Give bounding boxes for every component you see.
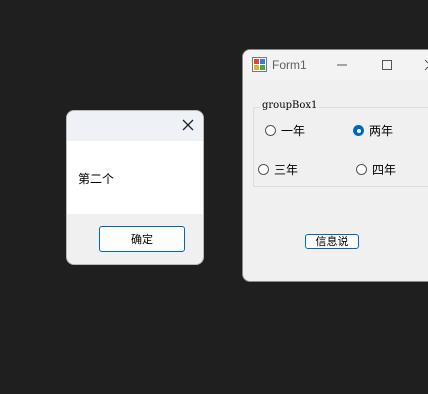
radio-label: 一年 [281,124,306,138]
group-box: groupBox1 一年 两年 三年 四年 [253,100,428,187]
form1-titlebar[interactable]: Form1 [243,50,428,80]
radio-label: 三年 [274,163,299,177]
radio-option-four-years[interactable]: 四年 [356,161,396,178]
form-app-icon [252,57,267,72]
radio-option-one-year[interactable]: 一年 [265,122,305,139]
radio-circle-checked[interactable] [353,125,364,136]
radio-circle[interactable] [356,164,367,175]
close-icon[interactable] [423,58,428,72]
radio-label: 四年 [372,163,397,177]
radio-option-two-years[interactable]: 两年 [353,122,393,139]
maximize-icon[interactable] [380,58,394,72]
radio-circle[interactable] [258,164,269,175]
radio-circle[interactable] [265,125,276,136]
message-box-dialog: 第二个 确定 [66,110,204,265]
close-icon[interactable] [181,118,195,132]
info-button[interactable]: 信息说 [305,234,359,249]
window-title: Form1 [272,58,307,72]
group-box-label: groupBox1 [260,100,320,111]
message-box-titlebar[interactable] [67,111,203,141]
radio-label: 两年 [369,124,394,138]
message-text: 第二个 [78,172,115,186]
radio-option-three-years[interactable]: 三年 [258,161,298,178]
ok-button[interactable]: 确定 [99,226,185,252]
form1-window: Form1 groupBox1 一年 两年 三年 四年 信息说 [242,49,428,282]
message-box-content: 第二个 [67,141,203,214]
minimize-icon[interactable] [335,58,349,72]
